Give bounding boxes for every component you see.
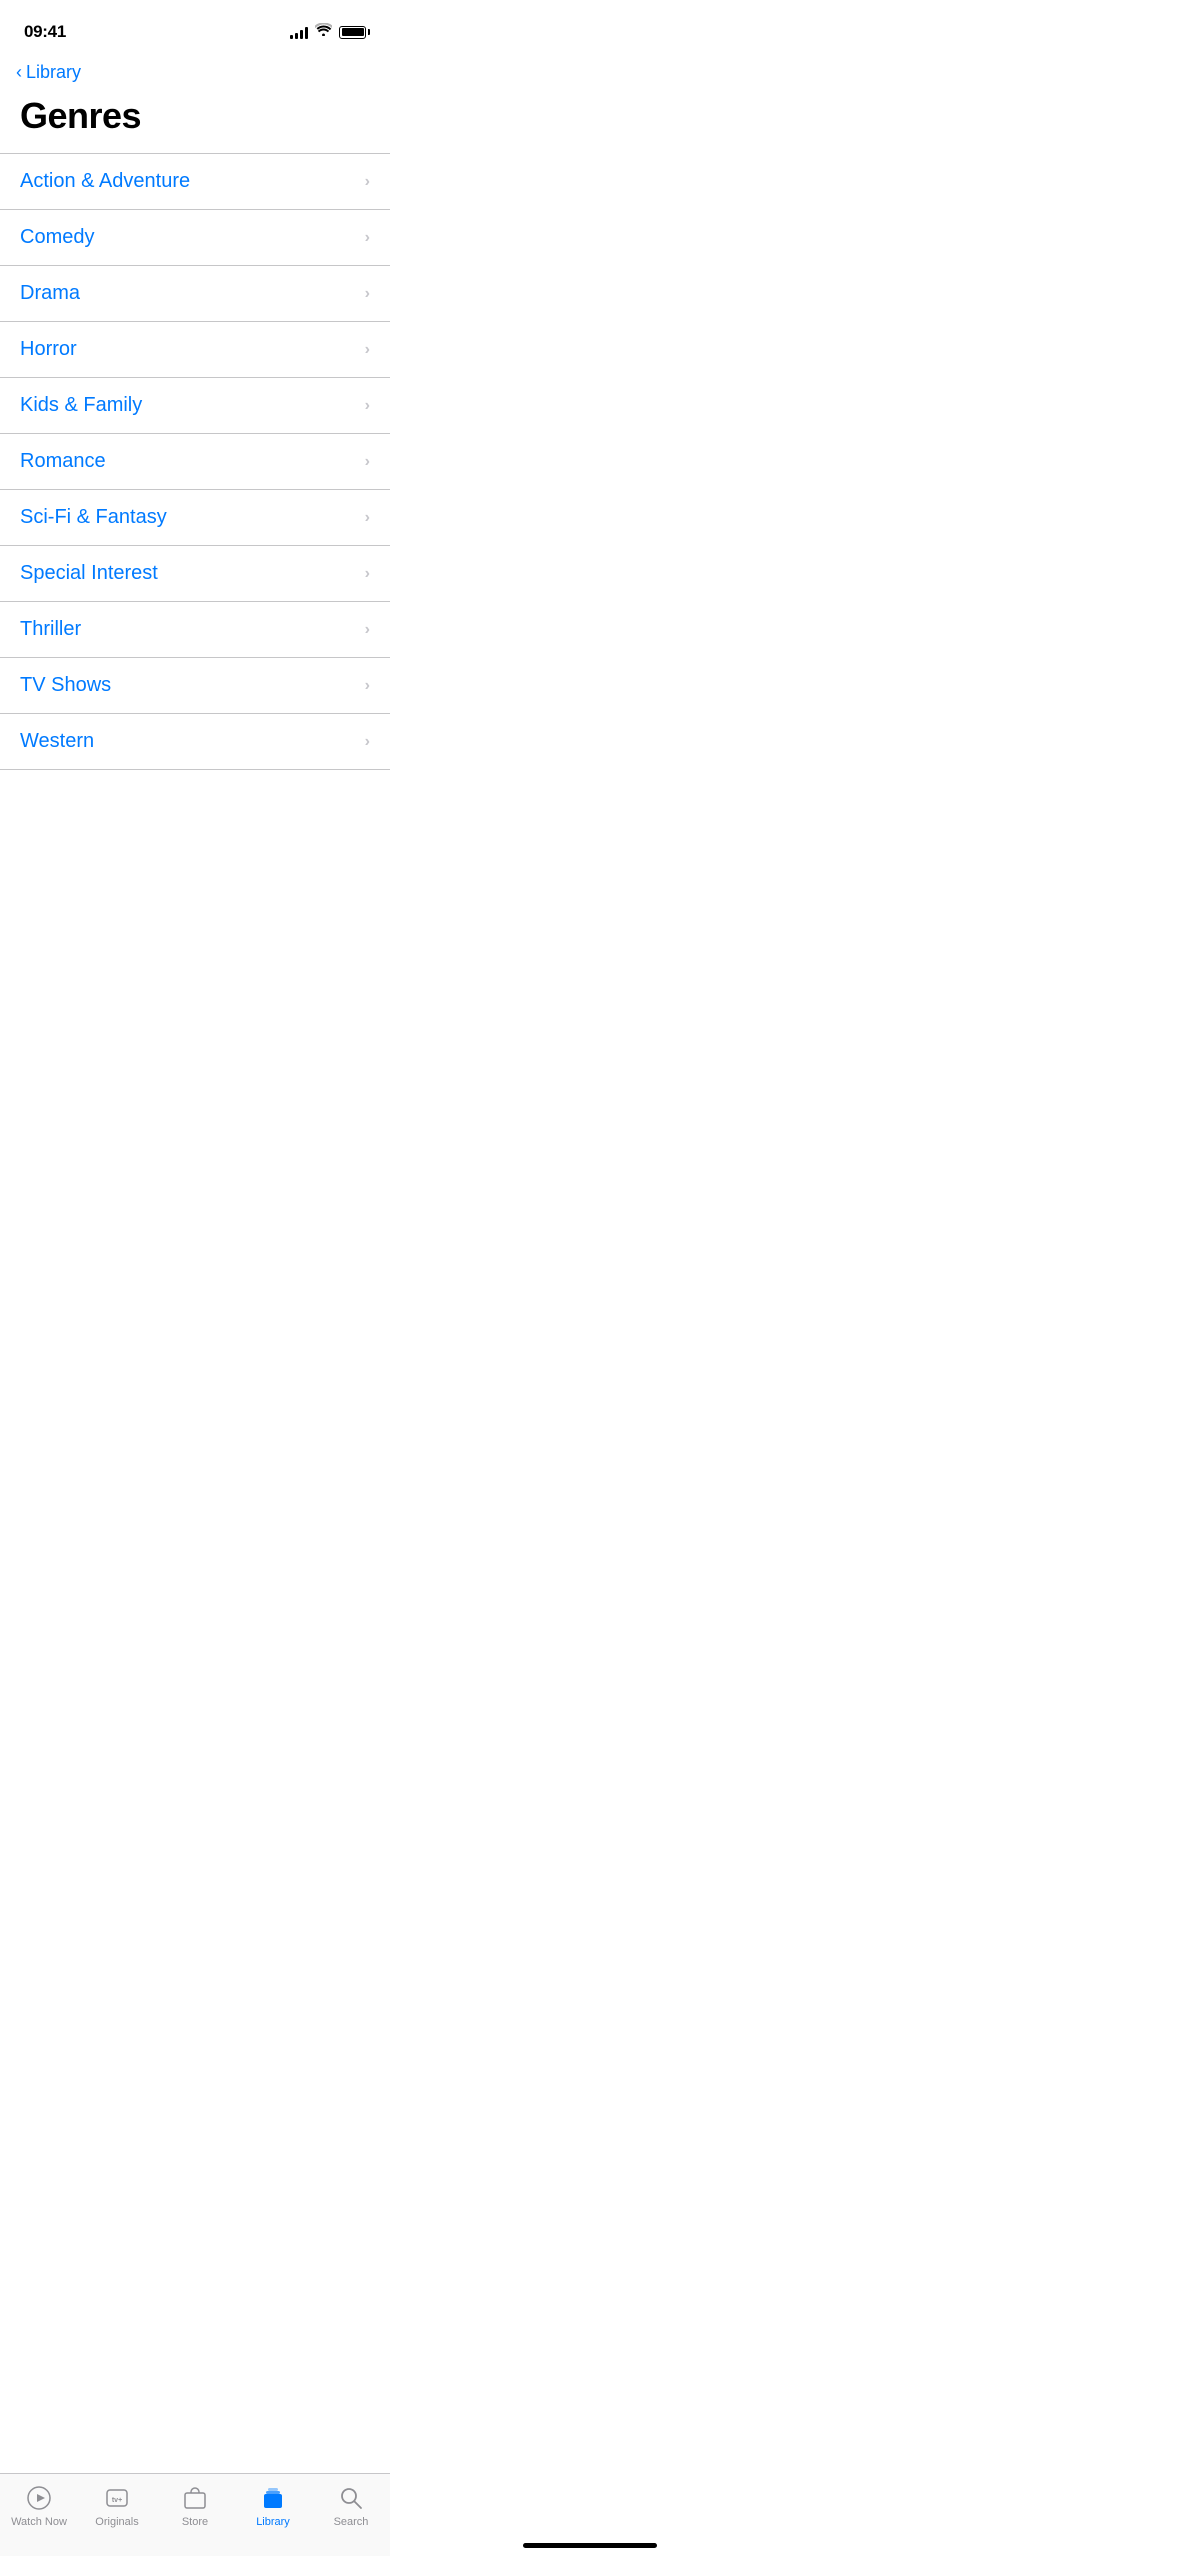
search-icon	[337, 2484, 365, 2512]
genre-name-thriller: Thriller	[20, 618, 81, 641]
library-icon	[259, 2484, 287, 2512]
watch-now-icon	[25, 2484, 53, 2512]
tab-search[interactable]: Search	[319, 2484, 384, 2528]
originals-icon: tv+	[103, 2484, 131, 2512]
status-icons	[290, 23, 366, 41]
wifi-icon	[315, 23, 332, 41]
genre-item-sci-fi-fantasy[interactable]: Sci-Fi & Fantasy ›	[0, 490, 390, 546]
tab-bar: Watch Now tv+ Originals Store	[0, 2473, 390, 2556]
status-bar: 09:41	[0, 0, 390, 50]
svg-text:tv+: tv+	[112, 2497, 122, 2504]
genre-chevron-romance: ›	[365, 453, 370, 471]
genre-chevron-sci-fi-fantasy: ›	[365, 509, 370, 527]
genre-chevron-thriller: ›	[365, 621, 370, 639]
genre-name-special-interest: Special Interest	[20, 562, 158, 585]
genre-chevron-kids-family: ›	[365, 397, 370, 415]
genre-name-tv-shows: TV Shows	[20, 674, 111, 697]
watch-now-label: Watch Now	[11, 2516, 67, 2528]
back-label: Library	[26, 62, 81, 83]
genre-chevron-western: ›	[365, 733, 370, 751]
store-label: Store	[182, 2516, 208, 2528]
home-indicator	[523, 2543, 657, 2548]
genre-item-action-adventure[interactable]: Action & Adventure ›	[0, 153, 390, 210]
genre-name-romance: Romance	[20, 450, 106, 473]
back-chevron-icon: ‹	[16, 62, 22, 83]
store-icon	[181, 2484, 209, 2512]
genre-name-sci-fi-fantasy: Sci-Fi & Fantasy	[20, 506, 167, 529]
tab-watch-now[interactable]: Watch Now	[7, 2484, 72, 2528]
signal-icon	[290, 26, 308, 39]
genre-item-romance[interactable]: Romance ›	[0, 434, 390, 490]
battery-icon	[339, 26, 366, 39]
genre-chevron-horror: ›	[365, 341, 370, 359]
genre-name-kids-family: Kids & Family	[20, 394, 142, 417]
tab-store[interactable]: Store	[163, 2484, 228, 2528]
genre-name-drama: Drama	[20, 282, 80, 305]
genre-chevron-drama: ›	[365, 285, 370, 303]
genre-name-action-adventure: Action & Adventure	[20, 170, 190, 193]
genre-item-kids-family[interactable]: Kids & Family ›	[0, 378, 390, 434]
genre-item-tv-shows[interactable]: TV Shows ›	[0, 658, 390, 714]
genre-chevron-special-interest: ›	[365, 565, 370, 583]
back-navigation[interactable]: ‹ Library	[0, 50, 390, 87]
search-label: Search	[334, 2516, 369, 2528]
genre-chevron-comedy: ›	[365, 229, 370, 247]
tab-library[interactable]: Library	[241, 2484, 306, 2528]
genre-list: Action & Adventure›Comedy›Drama›Horror›K…	[0, 153, 390, 770]
page-title: Genres	[0, 87, 390, 153]
genre-item-comedy[interactable]: Comedy ›	[0, 210, 390, 266]
genre-item-special-interest[interactable]: Special Interest ›	[0, 546, 390, 602]
genre-item-western[interactable]: Western ›	[0, 714, 390, 770]
genre-item-thriller[interactable]: Thriller ›	[0, 602, 390, 658]
originals-label: Originals	[95, 2516, 138, 2528]
genre-name-western: Western	[20, 730, 94, 753]
genre-name-horror: Horror	[20, 338, 77, 361]
status-time: 09:41	[24, 22, 66, 42]
library-label: Library	[256, 2516, 290, 2528]
genre-item-drama[interactable]: Drama ›	[0, 266, 390, 322]
genre-name-comedy: Comedy	[20, 226, 94, 249]
genre-chevron-tv-shows: ›	[365, 677, 370, 695]
genre-chevron-action-adventure: ›	[365, 173, 370, 191]
tab-originals[interactable]: tv+ Originals	[85, 2484, 150, 2528]
genre-item-horror[interactable]: Horror ›	[0, 322, 390, 378]
